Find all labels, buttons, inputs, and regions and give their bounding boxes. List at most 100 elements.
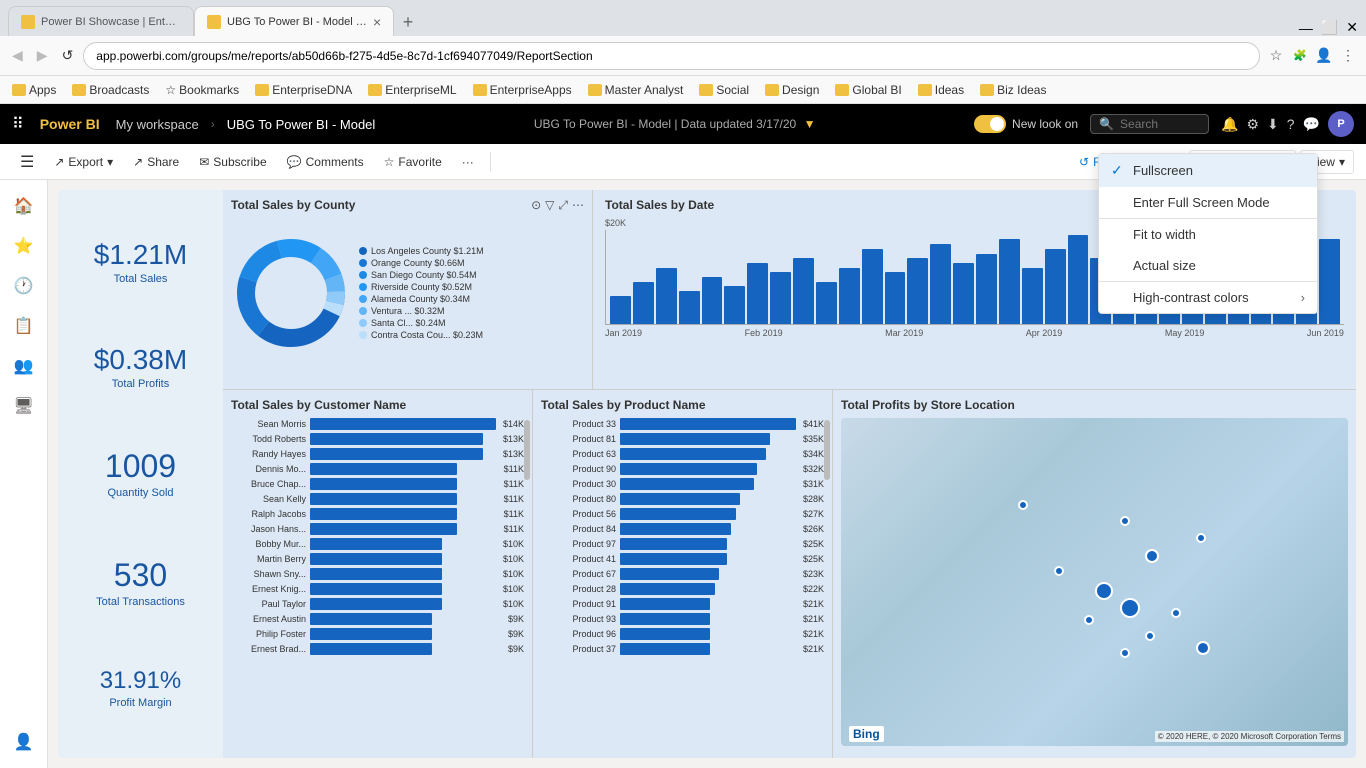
bm-enterpriseapps[interactable]: EnterpriseApps (469, 81, 576, 99)
favorite-button[interactable]: ☆ Favorite (376, 151, 450, 173)
sidebar-item-home[interactable]: 🏠 (6, 188, 42, 224)
customer-row-2: Randy Hayes $13K (231, 448, 524, 460)
search-box[interactable]: 🔍 (1090, 114, 1209, 134)
date-bar-7 (747, 263, 768, 324)
product-bar-outer-1 (620, 433, 796, 445)
map-placeholder: Bing © 2020 HERE, © 2020 Microsoft Corpo… (841, 418, 1348, 746)
customer-label-15: Ernest Brad... (231, 644, 306, 654)
grid-menu-icon[interactable]: ⠿ (12, 114, 24, 134)
export-button[interactable]: ↗ Export ▾ (46, 151, 121, 173)
close-browser-button[interactable]: ✕ (1346, 19, 1358, 36)
product-label-7: Product 84 (541, 524, 616, 534)
tab-2[interactable]: UBG To Power BI - Model - Powe... × (194, 6, 394, 36)
product-bar-outer-4 (620, 478, 796, 490)
comments-button[interactable]: 💬 Comments (279, 151, 372, 173)
product-label-1: Product 81 (541, 434, 616, 444)
county-filter-icon[interactable]: ▽ (545, 198, 554, 213)
date-bar-15 (930, 244, 951, 324)
bm-design[interactable]: Design (761, 81, 823, 99)
url-bar[interactable] (83, 42, 1260, 70)
customer-row-7: Jason Hans... $11K (231, 523, 524, 535)
bm-social[interactable]: Social (695, 81, 753, 99)
reset-button[interactable]: ↺ Reset to default (1071, 151, 1185, 173)
extensions-icon[interactable]: 🧩 (1290, 46, 1310, 66)
sidebar-item-workspaces[interactable]: 🖥 (6, 388, 42, 424)
tab-1[interactable]: Power BI Showcase | Enterprise L... (8, 6, 194, 36)
map-dot-11 (1120, 648, 1130, 658)
bm-globalbi[interactable]: Global BI (831, 81, 905, 99)
bm-bizideas[interactable]: Biz Ideas (976, 81, 1050, 99)
sidebar-item-profile[interactable]: 👤 (6, 724, 42, 760)
product-bar-chart: Product 33 $41K Product 81 $35K Product … (541, 418, 824, 655)
toggle-switch[interactable] (974, 115, 1006, 133)
county-chart-icons: ⊙ ▽ ⤢ ⋯ (531, 198, 584, 213)
product-chart-title: Total Sales by Product Name (541, 398, 824, 412)
collapse-sidebar-button[interactable]: ☰ (12, 148, 42, 176)
customer-scroll-indicator (524, 420, 530, 480)
refresh-button[interactable]: ↺ (58, 43, 78, 68)
bm-enterpriseml[interactable]: EnterpriseML (364, 81, 460, 99)
notification-icon[interactable]: 🔔 (1221, 116, 1238, 133)
profile-icon[interactable]: 👤 (1314, 46, 1334, 66)
download-icon[interactable]: ⬇ (1267, 116, 1279, 133)
help-icon[interactable]: ? (1287, 116, 1295, 132)
left-sidebar: 🏠 ⭐ 🕐 📋 👥 🖥 👤 (0, 180, 48, 768)
bm-enterprisedna[interactable]: EnterpriseDNA (251, 81, 356, 99)
tab-bar: Power BI Showcase | Enterprise L... UBG … (0, 0, 1366, 36)
customer-bar-outer-0 (310, 418, 496, 430)
customer-row-11: Ernest Knig... $10K (231, 583, 524, 595)
share-button[interactable]: ↗ Share (125, 151, 187, 173)
tab2-title: UBG To Power BI - Model - Powe... (227, 16, 367, 28)
more-options-button[interactable]: ··· (454, 151, 482, 173)
bm-masteranalyst[interactable]: Master Analyst (584, 81, 688, 99)
bm-broadcasts[interactable]: Broadcasts (68, 81, 153, 99)
county-more-icon[interactable]: ⋯ (572, 198, 584, 213)
forward-button[interactable]: ▶ (33, 43, 52, 68)
bm-apps[interactable]: Apps (8, 81, 60, 99)
bm-bookmarks[interactable]: ☆Bookmarks (161, 81, 243, 99)
customer-bar-outer-13 (310, 613, 501, 625)
new-tab-button[interactable]: + (394, 8, 422, 36)
product-row-9: Product 41 $25K (541, 553, 824, 565)
report-name-nav[interactable]: UBG To Power BI - Model (227, 117, 376, 132)
product-row-0: Product 33 $41K (541, 418, 824, 430)
subscribe-button[interactable]: ✉ Subscribe (191, 151, 274, 173)
minimize-button[interactable]: — (1299, 20, 1313, 36)
sidebar-item-shared[interactable]: 👥 (6, 348, 42, 384)
settings-icon[interactable]: ⋮ (1338, 46, 1358, 66)
back-button[interactable]: ◀ (8, 43, 27, 68)
customer-row-5: Sean Kelly $11K (231, 493, 524, 505)
customer-label-2: Randy Hayes (231, 449, 306, 459)
sidebar-item-recent[interactable]: 🕐 (6, 268, 42, 304)
view-button[interactable]: View ▾ (1300, 150, 1354, 174)
bm-ideas[interactable]: Ideas (914, 81, 968, 99)
product-label-3: Product 90 (541, 464, 616, 474)
product-chart-section: Total Sales by Product Name Product 33 $… (533, 390, 833, 758)
my-workspace-nav[interactable]: My workspace (116, 117, 199, 132)
maximize-button[interactable]: ⬜ (1321, 19, 1338, 36)
customer-row-0: Sean Morris $14K (231, 418, 524, 430)
customer-bar-outer-8 (310, 538, 496, 550)
customer-row-8: Bobby Mur... $10K (231, 538, 524, 550)
county-expand-icon[interactable]: ⤢ (558, 198, 568, 213)
customer-value-1: $13K (503, 434, 524, 444)
tab2-close[interactable]: × (373, 14, 381, 30)
new-look-toggle[interactable]: New look on (974, 115, 1078, 133)
product-label-9: Product 41 (541, 554, 616, 564)
sidebar-item-favorite[interactable]: ⭐ (6, 228, 42, 264)
date-label-jan: Jan 2019 (605, 328, 642, 338)
settings-gear-icon[interactable]: ⚙ (1246, 116, 1259, 133)
customer-label-13: Ernest Austin (231, 614, 306, 624)
customer-value-8: $10K (503, 539, 524, 549)
bookmarks-button[interactable]: 📑 Bookmarks ▾ (1189, 150, 1296, 174)
chat-icon[interactable]: 💬 (1303, 116, 1320, 133)
bookmark-star-icon[interactable]: ☆ (1266, 46, 1286, 66)
date-bar-14 (907, 258, 928, 324)
search-input[interactable] (1120, 117, 1200, 131)
county-focus-icon[interactable]: ⊙ (531, 198, 541, 213)
date-bar-6 (724, 286, 745, 324)
sidebar-item-apps[interactable]: 📋 (6, 308, 42, 344)
date-bar-24 (1136, 230, 1157, 324)
avatar[interactable]: P (1328, 111, 1354, 137)
product-bar-outer-14 (620, 628, 796, 640)
